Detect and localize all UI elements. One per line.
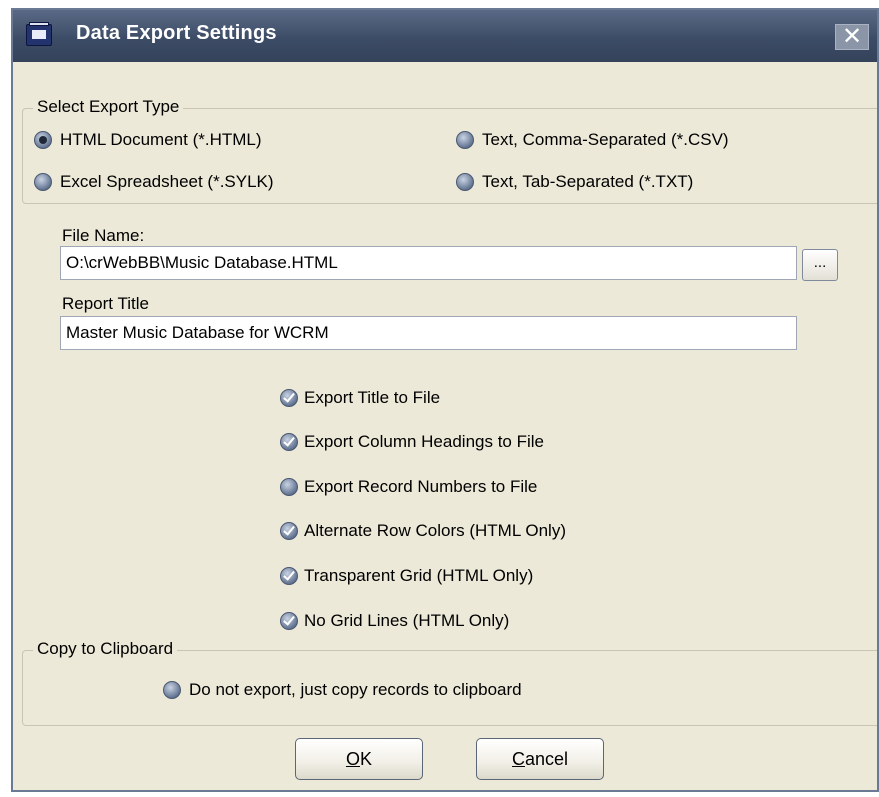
- title-bar[interactable]: Data Export Settings ✕: [13, 10, 877, 62]
- export-type-legend: Select Export Type: [33, 97, 184, 117]
- checkmark-icon: [280, 567, 298, 585]
- close-icon: ✕: [841, 23, 863, 50]
- radio-csv[interactable]: Text, Comma-Separated (*.CSV): [456, 130, 729, 150]
- browse-button[interactable]: ...: [802, 249, 838, 281]
- radio-copy-to-clipboard[interactable]: Do not export, just copy records to clip…: [163, 680, 522, 700]
- ok-mnemonic: O: [345, 748, 360, 769]
- radio-unselected-icon: [456, 131, 474, 149]
- radio-txt[interactable]: Text, Tab-Separated (*.TXT): [456, 172, 693, 192]
- option-export-record-numbers[interactable]: Export Record Numbers to File: [280, 477, 537, 497]
- radio-label: HTML Document (*.HTML): [60, 130, 262, 149]
- radio-selected-icon: [34, 131, 52, 149]
- option-label: No Grid Lines (HTML Only): [304, 611, 510, 630]
- cancel-button[interactable]: Cancel: [476, 738, 604, 780]
- radio-sylk[interactable]: Excel Spreadsheet (*.SYLK): [34, 172, 274, 192]
- option-transparent-grid[interactable]: Transparent Grid (HTML Only): [280, 566, 533, 586]
- report-title-label: Report Title: [62, 294, 149, 313]
- radio-label: Text, Comma-Separated (*.CSV): [482, 130, 729, 149]
- clipboard-legend: Copy to Clipboard: [33, 639, 178, 659]
- window-title: Data Export Settings: [76, 22, 277, 44]
- option-no-grid-lines[interactable]: No Grid Lines (HTML Only): [280, 611, 509, 631]
- radio-unselected-icon: [456, 173, 474, 191]
- checkmark-icon: [280, 389, 298, 407]
- file-name-label: File Name:: [62, 226, 145, 245]
- option-label: Alternate Row Colors (HTML Only): [304, 521, 566, 540]
- cancel-label: ancel: [524, 748, 569, 769]
- app-window-icon: [26, 22, 52, 46]
- option-export-title[interactable]: Export Title to File: [280, 388, 440, 408]
- unchecked-icon: [280, 478, 298, 496]
- radio-unselected-icon: [163, 681, 181, 699]
- option-label: Transparent Grid (HTML Only): [304, 566, 534, 585]
- close-button[interactable]: ✕: [835, 24, 869, 50]
- option-label: Export Title to File: [304, 388, 441, 407]
- option-label: Export Record Numbers to File: [304, 477, 538, 496]
- ok-button[interactable]: OK: [295, 738, 423, 780]
- checkmark-icon: [280, 612, 298, 630]
- option-label: Export Column Headings to File: [304, 432, 545, 451]
- option-export-column-headings[interactable]: Export Column Headings to File: [280, 432, 544, 452]
- ok-label: K: [360, 748, 373, 769]
- radio-label: Do not export, just copy records to clip…: [189, 680, 522, 699]
- radio-html-document[interactable]: HTML Document (*.HTML): [34, 130, 262, 150]
- data-export-settings-dialog: Data Export Settings ✕ Select Export Typ…: [11, 8, 879, 792]
- report-title-input[interactable]: [60, 316, 797, 350]
- checkmark-icon: [280, 522, 298, 540]
- cancel-mnemonic: C: [511, 748, 525, 769]
- radio-label: Excel Spreadsheet (*.SYLK): [60, 172, 274, 191]
- checkmark-icon: [280, 433, 298, 451]
- option-alternate-row-colors[interactable]: Alternate Row Colors (HTML Only): [280, 521, 566, 541]
- radio-label: Text, Tab-Separated (*.TXT): [482, 172, 694, 191]
- radio-unselected-icon: [34, 173, 52, 191]
- file-name-input[interactable]: [60, 246, 797, 280]
